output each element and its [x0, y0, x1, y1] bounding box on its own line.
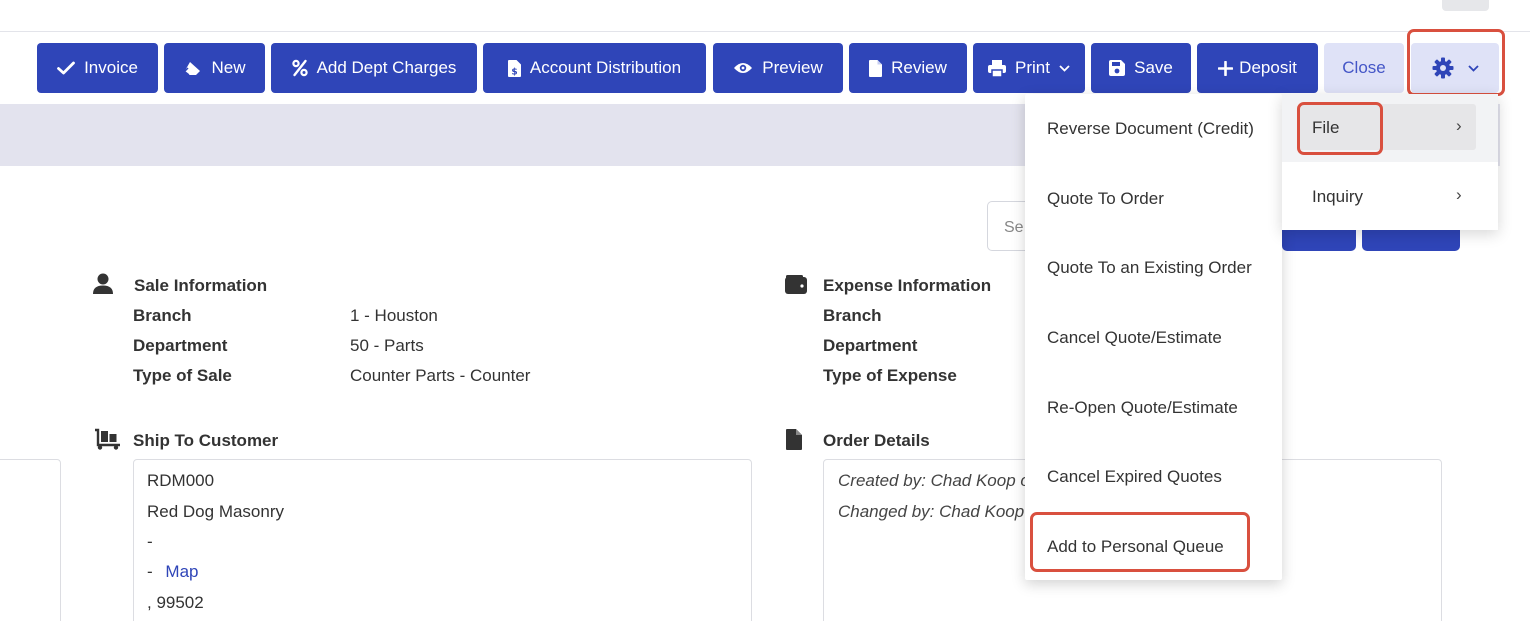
menu-item-cancel-expired-quotes[interactable]: Cancel Expired Quotes — [1047, 467, 1222, 487]
menu-item-reopen-quote[interactable]: Re-Open Quote/Estimate — [1047, 398, 1238, 418]
close-button-label: Close — [1342, 58, 1386, 77]
right-gutter — [1500, 104, 1530, 621]
close-button[interactable]: Close — [1324, 43, 1404, 93]
sale-information-title: Sale Information — [134, 276, 268, 295]
left-address-box — [0, 459, 61, 621]
wallet-icon — [785, 275, 807, 294]
print-dropdown-button[interactable]: Print — [973, 43, 1085, 93]
add-dept-charges-button-label: Add Dept Charges — [316, 58, 457, 77]
percent-icon — [291, 59, 308, 77]
review-button-label: Review — [891, 58, 947, 77]
deposit-button[interactable]: Deposit — [1197, 43, 1318, 93]
sale-department-label: Department — [133, 336, 228, 355]
ship-to-customer-box — [133, 459, 752, 621]
expense-branch-label: Branch — [823, 306, 882, 325]
type-of-sale-label: Type of Sale — [133, 366, 232, 385]
menu-item-reverse-document[interactable]: Reverse Document (Credit) — [1047, 119, 1254, 139]
user-icon — [93, 273, 113, 294]
ship-to-customer-title: Ship To Customer — [133, 431, 279, 450]
menu-item-cancel-quote[interactable]: Cancel Quote/Estimate — [1047, 328, 1222, 348]
file-icon — [786, 429, 802, 450]
type-of-expense-label: Type of Expense — [823, 366, 957, 385]
invoice-button-label: Invoice — [84, 58, 138, 77]
preview-button-label: Preview — [762, 58, 823, 77]
check-icon — [57, 61, 75, 75]
menu-item-quote-to-existing-order[interactable]: Quote To an Existing Order — [1047, 258, 1252, 278]
file-submenu-highlight — [1297, 102, 1383, 155]
created-by-text: Created by: Chad Koop o — [838, 471, 1030, 490]
plus-icon — [1218, 60, 1234, 76]
file-invoice-dollar-icon: $ — [507, 59, 521, 77]
chevron-right-icon: › — [1456, 185, 1462, 204]
review-button[interactable]: Review — [849, 43, 967, 93]
floppy-disk-icon — [1109, 60, 1126, 76]
file-icon — [869, 59, 883, 77]
new-button[interactable]: New — [164, 43, 265, 93]
expense-department-label: Department — [823, 336, 918, 355]
chevron-down-icon — [1059, 64, 1070, 72]
customer-address-line: - — [147, 532, 153, 551]
customer-city-prefix: - — [147, 562, 153, 581]
preview-button[interactable]: Preview — [713, 43, 843, 93]
top-bar-button-stub[interactable] — [1442, 0, 1489, 11]
deposit-button-label: Deposit — [1239, 58, 1297, 77]
customer-name: Red Dog Masonry — [147, 502, 285, 521]
menu-item-quote-to-order[interactable]: Quote To Order — [1047, 189, 1164, 209]
type-of-sale-value: Counter Parts - Counter — [350, 366, 531, 385]
customer-city-line: - Map — [147, 562, 198, 582]
sale-branch-label: Branch — [133, 306, 192, 325]
new-button-label: New — [211, 58, 246, 77]
settings-button-highlight — [1407, 29, 1505, 96]
dolly-icon — [95, 428, 120, 450]
top-bar — [0, 0, 1530, 32]
customer-code: RDM000 — [147, 471, 215, 490]
search-placeholder: Se — [1004, 219, 1024, 236]
order-details-title: Order Details — [823, 431, 930, 450]
map-link[interactable]: Map — [165, 562, 198, 581]
account-distribution-button-label: Account Distribution — [529, 58, 682, 77]
sale-department-value: 50 - Parts — [350, 336, 424, 355]
account-distribution-button[interactable]: $ Account Distribution — [483, 43, 706, 93]
svg-text:$: $ — [511, 67, 517, 77]
add-to-queue-highlight — [1030, 512, 1250, 572]
print-button-label: Print — [1015, 58, 1050, 77]
changed-by-text: Changed by: Chad Koop — [838, 502, 1025, 521]
eraser-icon — [183, 61, 201, 76]
save-button[interactable]: Save — [1091, 43, 1191, 93]
sale-branch-value: 1 - Houston — [350, 306, 438, 325]
settings-dropdown-menu: Reverse Document (Credit) Quote To Order… — [1025, 94, 1282, 580]
submenu-item-inquiry[interactable]: Inquiry — [1312, 187, 1363, 207]
printer-icon — [988, 59, 1007, 77]
save-button-label: Save — [1134, 58, 1173, 77]
invoice-button[interactable]: Invoice — [37, 43, 158, 93]
add-dept-charges-button[interactable]: Add Dept Charges — [271, 43, 477, 93]
chevron-right-icon: › — [1456, 116, 1462, 135]
customer-zip-line: , 99502 — [147, 593, 204, 612]
expense-information-title: Expense Information — [823, 276, 992, 295]
eye-icon — [734, 63, 753, 73]
